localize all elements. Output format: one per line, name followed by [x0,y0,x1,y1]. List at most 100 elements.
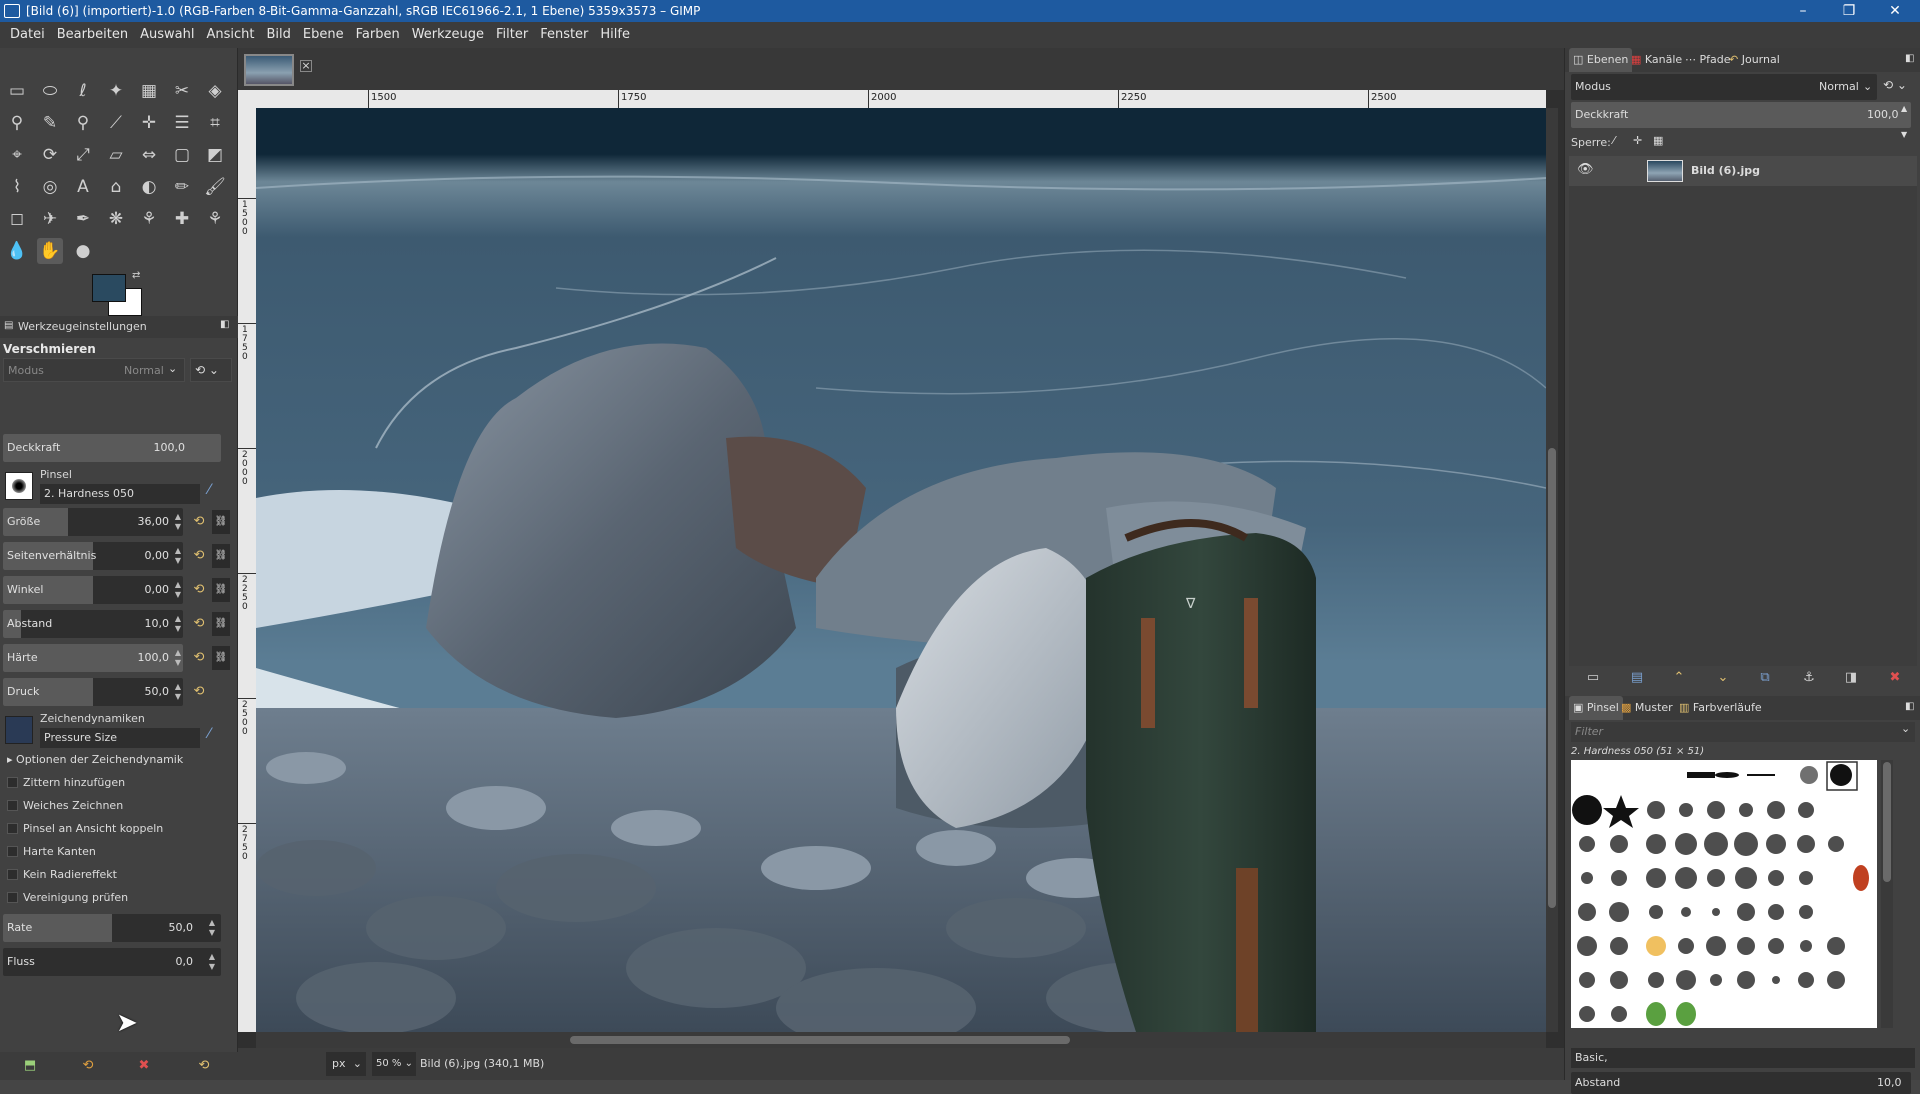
link-icon[interactable]: ⛓ [212,646,230,670]
layer-mode-reset-icon[interactable]: ⟲ ⌄ [1883,78,1907,92]
link-icon[interactable]: ⛓ [212,510,230,534]
opacity-spinner[interactable]: Deckkraft 100,0 [3,434,221,462]
anchor-layer-icon[interactable]: ⚓ [1799,668,1819,688]
shear-icon[interactable]: ▱ [103,142,129,168]
checkbox-row[interactable]: Pinsel an Ansicht koppeln [7,822,163,835]
reset-icon[interactable]: ⟲ [190,683,208,701]
close-image-tab-icon[interactable]: × [300,60,312,72]
checkbox[interactable] [7,823,18,834]
measure-icon[interactable]: ⟋ [103,110,129,136]
duplicate-layer-icon[interactable]: ⧉ [1755,668,1775,688]
link-icon[interactable]: ⛓ [212,612,230,636]
horizontal-scroll-thumb[interactable] [570,1036,1070,1044]
fuzzy-select-icon[interactable]: ✦ [103,78,129,104]
reset-icon[interactable]: ⟲ [190,581,208,599]
pencil-icon[interactable]: ✏ [169,174,195,200]
menu-datei[interactable]: Datei [4,22,51,48]
airbrush-icon[interactable]: ✈ [37,206,63,232]
align-icon[interactable]: ☰ [169,110,195,136]
rate-spinner[interactable]: Rate 50,0 ▲ ▼ [3,914,221,942]
unified-transform-icon[interactable]: ⌖ [4,142,30,168]
3d-transform-icon[interactable]: ◩ [202,142,228,168]
ruler-corner[interactable] [238,90,256,108]
blur-icon[interactable]: 💧 [4,238,30,264]
new-layer-group-icon[interactable]: ▤ [1627,668,1647,688]
edit-dynamics-icon[interactable]: ⁄ [208,726,210,742]
spinner-arrows-icon[interactable]: ▲ ▼ [1901,96,1907,148]
color-picker-icon[interactable]: ✎ [37,110,63,136]
delete-layer-icon[interactable]: ✖ [1885,668,1905,688]
tab-ebenen[interactable]: ◫ Ebenen [1569,48,1633,72]
reset-icon[interactable]: ⟲ [190,649,208,667]
checkbox[interactable] [7,869,18,880]
spinner-arrows-icon[interactable]: ▲ ▼ [175,614,181,634]
layer-name[interactable]: Bild (6).jpg [1691,164,1760,177]
reset-icon[interactable]: ⟲ [190,615,208,633]
scissors-icon[interactable]: ✂ [169,78,195,104]
brush-grid-scrollbar[interactable] [1881,760,1893,1028]
zoom-select[interactable]: 50 % ⌄ [372,1052,416,1076]
raise-layer-icon[interactable]: ⌃ [1669,668,1689,688]
reset-icon[interactable]: ⟲ [190,513,208,531]
dock-menu-icon[interactable]: ◧ [1905,53,1914,64]
image-canvas[interactable]: ∇ [256,108,1546,1032]
spinner-arrows-icon[interactable]: ▲ ▼ [175,580,181,600]
new-layer-icon[interactable]: ▭ [1583,668,1603,688]
flow-arrows-icon[interactable]: ▲ ▼ [209,952,215,972]
checkbox-row[interactable]: Weiches Zeichnen [7,799,123,812]
menu-hilfe[interactable]: Hilfe [594,22,636,48]
move-icon[interactable]: ✛ [136,110,162,136]
rotate-icon[interactable]: ⟳ [37,142,63,168]
ink-icon[interactable]: ✒ [70,206,96,232]
slider-4[interactable]: Härte 100,0 ▲ ▼ [3,644,183,672]
brush-grid-scroll-thumb[interactable] [1883,762,1891,882]
tool-options-title[interactable]: Werkzeugeinstellungen [18,320,147,333]
menu-bearbeiten[interactable]: Bearbeiten [51,22,134,48]
restore-options-icon[interactable]: ⟲ [78,1056,98,1076]
smudge-icon[interactable]: ✋ [37,238,63,264]
horizontal-scrollbar[interactable] [256,1032,1546,1048]
foreground-select-icon[interactable]: ◈ [202,78,228,104]
crop-icon[interactable]: ⌗ [202,110,228,136]
checkbox[interactable] [7,892,18,903]
slider-0[interactable]: Größe 36,00 ▲ ▼ [3,508,183,536]
dodge-burn-icon[interactable]: ● [70,238,96,264]
bucket-fill-icon[interactable]: ⌂ [103,174,129,200]
unit-select[interactable]: px ⌄ [326,1052,366,1076]
brush-spacing-spinner[interactable]: Abstand 10,0 [1571,1072,1911,1094]
dock-menu-icon[interactable]: ◧ [1905,701,1914,712]
vertical-scroll-thumb[interactable] [1548,448,1556,908]
close-button[interactable]: ✕ [1872,0,1918,22]
text-icon[interactable]: A [70,174,96,200]
zoom-icon[interactable]: ⚲ [70,110,96,136]
vertical-ruler[interactable]: 1500 1750 2000 2250 2500 2750 [238,108,256,1032]
minimize-button[interactable]: – [1780,0,1826,22]
horizontal-ruler[interactable]: 1500175020002250250027503000325035003750 [256,90,1546,108]
tab-kanaele[interactable]: ▦ Kanäle [1627,48,1686,72]
chevron-down-icon[interactable]: ⌄ [1901,722,1910,735]
edit-brush-icon[interactable]: ⁄ [208,482,210,498]
handle-transform-icon[interactable]: ◎ [37,174,63,200]
flip-icon[interactable]: ⇔ [136,142,162,168]
spinner-arrows-icon[interactable]: ▲ ▼ [175,682,181,702]
tab-journal[interactable]: ↶ Journal [1725,48,1784,72]
tab-farbverlaeufe[interactable]: ▥ Farbverläufe [1675,696,1766,720]
mask-layer-icon[interactable]: ◨ [1841,668,1861,688]
brush-grid[interactable] [1571,760,1877,1028]
spinner-arrows-icon[interactable]: ▲ ▼ [175,512,181,532]
menu-filter[interactable]: Filter [490,22,534,48]
mode-reset-button[interactable]: ⟲ ⌄ [190,358,232,382]
menu-ansicht[interactable]: Ansicht [200,22,260,48]
checkbox-row[interactable]: Zittern hinzufügen [7,776,125,789]
flow-spinner[interactable]: Fluss 0,0 ▲ ▼ [3,948,221,976]
menu-fenster[interactable]: Fenster [534,22,594,48]
menu-auswahl[interactable]: Auswahl [134,22,200,48]
perspective-clone-icon[interactable]: ⚘ [202,206,228,232]
slider-1[interactable]: Seitenverhältnis 0,00 ▲ ▼ [3,542,183,570]
menu-bild[interactable]: Bild [261,22,297,48]
eye-icon[interactable]: 👁 [1577,162,1594,177]
slider-3[interactable]: Abstand 10,0 ▲ ▼ [3,610,183,638]
lock-position-icon[interactable]: ✛ [1633,134,1642,147]
panel-menu-icon[interactable]: ◧ [220,319,229,330]
link-icon[interactable]: ⛓ [212,578,230,602]
